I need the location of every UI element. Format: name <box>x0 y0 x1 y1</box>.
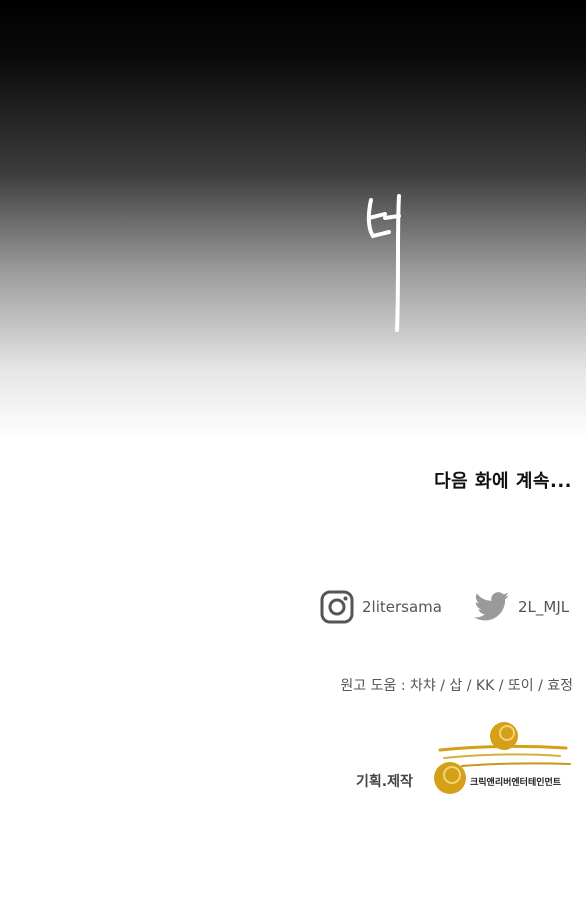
instagram-credit: 2litersama <box>320 590 442 624</box>
sound-effect-tak: 탁 <box>366 194 401 332</box>
assistant-credits: 원고 도움 : 차챠 / 삽 / KK / 또이 / 효정 <box>340 678 573 694</box>
to-be-continued-text: 다음 화에 계속... <box>434 471 572 492</box>
twitter-credit: 2L_MJL <box>474 590 569 624</box>
twitter-icon <box>474 592 509 621</box>
production-company: 크릭앤리버엔터테인먼트 <box>470 778 562 788</box>
twitter-handle: 2L_MJL <box>518 598 570 616</box>
production-label: 기획.제작 <box>356 774 413 790</box>
instagram-handle: 2litersama <box>362 598 442 616</box>
instagram-icon <box>320 590 354 624</box>
dark-gradient-background <box>0 0 586 440</box>
